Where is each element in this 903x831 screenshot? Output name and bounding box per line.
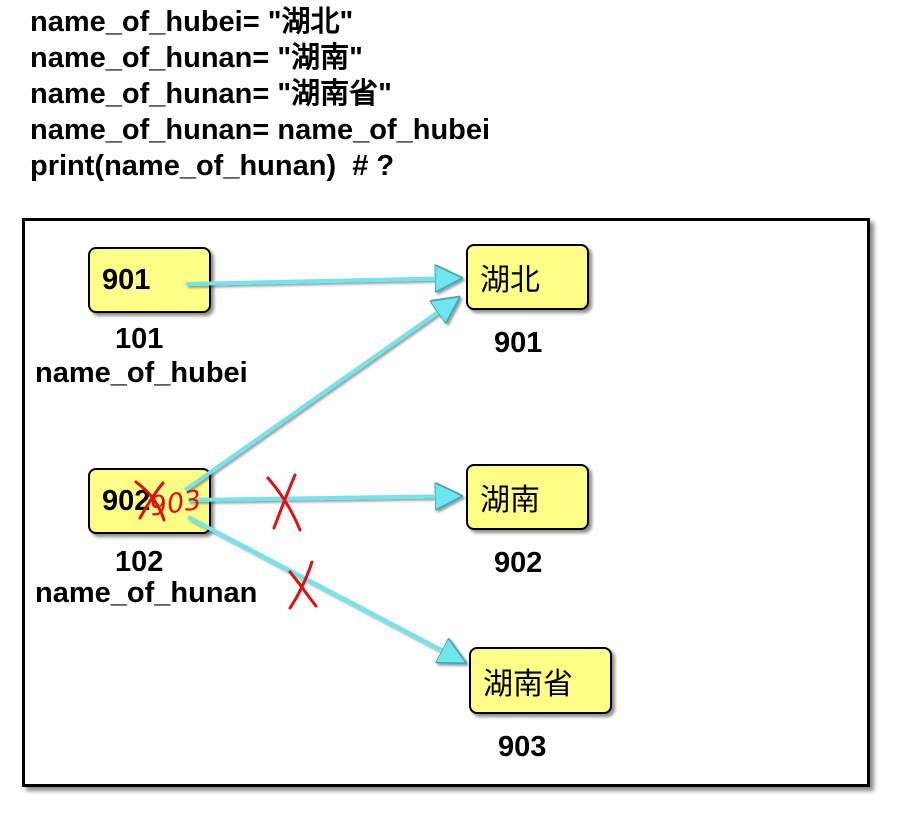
- arrow-hunan-to-901: [183, 298, 458, 492]
- strike-mark-arrow-902: [266, 473, 302, 532]
- arrows-overlay: 903: [134, 0, 903, 831]
- arrow-hunan-to-902: [187, 496, 460, 500]
- overwritten-value-annotation: 903: [148, 485, 203, 523]
- arrow-hubei-to-901: [185, 278, 460, 284]
- arrow-hunan-to-903: [187, 515, 464, 662]
- strike-mark-arrow-903: [288, 560, 318, 610]
